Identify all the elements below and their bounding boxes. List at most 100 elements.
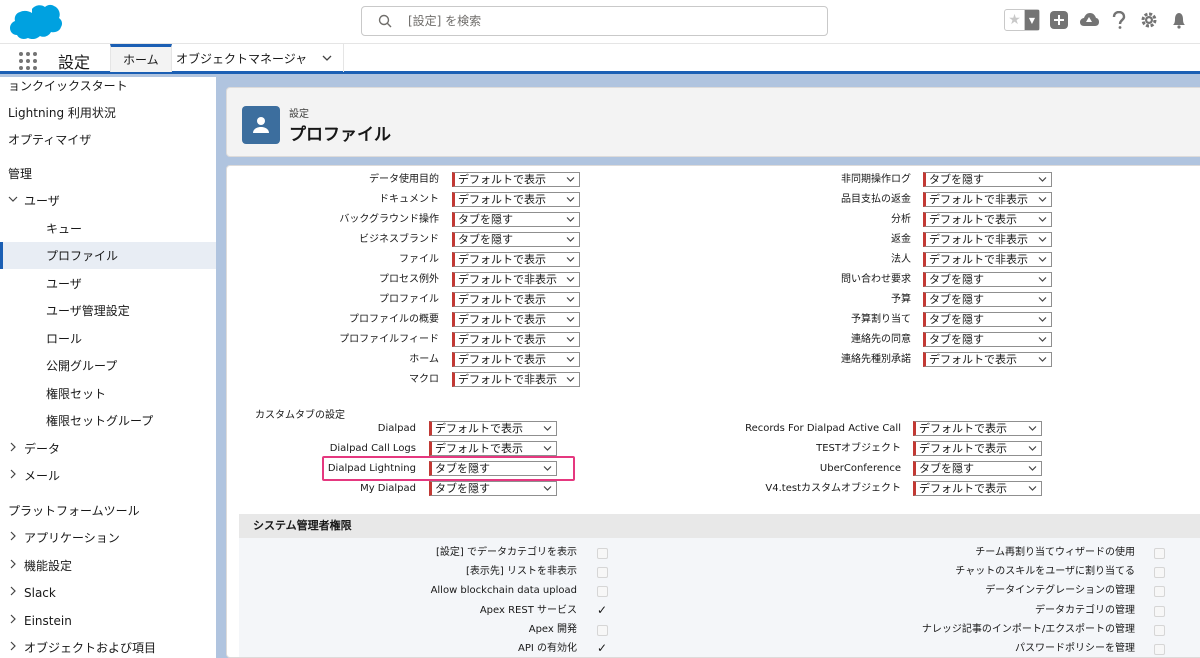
tab-visibility-select[interactable]: タブを隠す — [923, 172, 1052, 187]
tab-setting-label: 分析 — [891, 214, 911, 225]
sidebar-item[interactable]: 権限セットグループ — [0, 407, 216, 434]
permission-row: データカテゴリの管理 — [239, 603, 1200, 619]
tab-setting-label: TESTオブジェクト — [816, 443, 901, 454]
favorites-control[interactable]: ★ ▼ — [1004, 9, 1040, 31]
sidebar-item[interactable]: ョンクイックスタート — [0, 77, 216, 99]
sidebar-item[interactable]: データ — [0, 435, 216, 462]
admin-permissions-heading: システム管理者権限 — [239, 514, 1200, 538]
permission-checkbox[interactable] — [1154, 624, 1165, 636]
tab-visibility-select[interactable]: タブを隠す — [923, 332, 1052, 347]
permission-checkbox[interactable] — [1154, 586, 1165, 598]
tab-visibility-select[interactable]: デフォルトで表示 — [923, 212, 1052, 227]
sidebar-item[interactable]: 管理 — [0, 160, 216, 187]
notification-bell-icon[interactable] — [1168, 9, 1190, 31]
tab-visibility-select[interactable]: タブを隠す — [923, 272, 1052, 287]
tab-visibility-select[interactable]: デフォルトで表示 — [913, 481, 1042, 496]
app-launcher-icon[interactable] — [18, 51, 38, 71]
sidebar-item[interactable]: オブジェクトおよび項目 — [0, 634, 216, 658]
tab-setting-row: 返金 デフォルトで非表示 — [227, 232, 1200, 248]
chevron-right-icon[interactable] — [8, 641, 20, 654]
sidebar-item[interactable]: 公開グループ — [0, 352, 216, 379]
tab-home-label: ホーム — [123, 53, 159, 67]
tab-visibility-select[interactable]: デフォルトで非表示 — [452, 372, 580, 387]
tab-visibility-select[interactable]: デフォルトで非表示 — [923, 232, 1052, 247]
sidebar-item[interactable]: アプリケーション — [0, 524, 216, 551]
sidebar-item-label: ユーザ管理設定 — [46, 304, 130, 318]
tab-visibility-select[interactable]: デフォルトで表示 — [923, 352, 1052, 367]
gear-icon[interactable] — [1138, 9, 1160, 31]
tab-home[interactable]: ホーム — [110, 44, 172, 72]
setup-sidebar: ョンクイックスタート Lightning 利用状況 オプティマイザ 管理 ユーザ キュープ… — [0, 77, 216, 658]
permission-checkbox[interactable] — [1154, 567, 1165, 579]
sidebar-item[interactable]: ユーザ — [0, 270, 216, 297]
sidebar-item[interactable]: Slack — [0, 579, 216, 606]
select-arrow-icon — [1028, 446, 1037, 451]
tab-visibility-select[interactable]: タブを隠す — [923, 292, 1052, 307]
tab-setting-row: 問い合わせ要求 タブを隠す — [227, 272, 1200, 288]
sidebar-item-label: Lightning 利用状況 — [8, 106, 116, 120]
sidebar-item[interactable]: 権限セット — [0, 380, 216, 407]
chevron-down-icon[interactable] — [321, 52, 333, 64]
sidebar-item[interactable]: ユーザ管理設定 — [0, 297, 216, 324]
add-icon[interactable] — [1048, 9, 1070, 31]
permission-label: データカテゴリの管理 — [1035, 604, 1135, 616]
sidebar-item[interactable]: ユーザ — [0, 187, 216, 214]
salesforce-cloud-logo-icon[interactable] — [10, 4, 64, 40]
chevron-right-icon[interactable] — [8, 586, 20, 599]
tab-setting-label: マクロ — [409, 374, 439, 385]
tab-setting-row: V4.testカスタムオブジェクト デフォルトで表示 — [227, 481, 1200, 497]
trailhead-cloud-icon[interactable] — [1078, 9, 1100, 31]
chevron-right-icon[interactable] — [8, 531, 20, 544]
tab-visibility-select[interactable]: タブを隠す — [913, 461, 1042, 476]
sidebar-item-label: アプリケーション — [24, 531, 120, 545]
search-input[interactable] — [408, 14, 788, 28]
chevron-down-icon[interactable] — [8, 194, 20, 207]
sidebar-item[interactable]: メール — [0, 462, 216, 489]
tab-visibility-select[interactable]: デフォルトで非表示 — [923, 192, 1052, 207]
sidebar-item[interactable]: 機能設定 — [0, 552, 216, 579]
sidebar-item[interactable]: オプティマイザ — [0, 126, 216, 153]
tab-visibility-value: デフォルトで表示 — [919, 442, 1007, 455]
tab-visibility-select[interactable]: デフォルトで表示 — [913, 421, 1042, 436]
sidebar-item[interactable]: Lightning 利用状況 — [0, 99, 216, 126]
star-icon[interactable]: ★ — [1005, 10, 1025, 30]
permission-checkbox[interactable] — [1154, 605, 1165, 617]
tab-setting-row: Records For Dialpad Active Call デフォルトで表示 — [227, 421, 1200, 437]
permission-row: チーム再割り当てウィザードの使用 — [239, 545, 1200, 561]
tab-visibility-value: デフォルトで非表示 — [929, 233, 1028, 246]
sidebar-item-label: Slack — [24, 585, 56, 600]
profile-user-icon — [242, 106, 280, 144]
chevron-right-icon[interactable] — [8, 559, 20, 572]
tab-object-manager[interactable]: オブジェクトマネージャ — [166, 44, 345, 72]
tab-visibility-select[interactable]: デフォルトで非表示 — [923, 252, 1052, 267]
chevron-right-icon[interactable] — [8, 442, 20, 455]
app-navigation-bar: 設定 ホーム オブジェクトマネージャ — [0, 44, 1200, 74]
help-icon[interactable] — [1108, 9, 1130, 31]
breadcrumb[interactable]: 設定 — [289, 105, 309, 120]
permission-checkbox[interactable] — [1154, 548, 1165, 559]
tab-setting-row: 非同期操作ログ タブを隠す — [227, 172, 1200, 188]
tab-visibility-value: デフォルトで表示 — [929, 213, 1017, 226]
sidebar-item[interactable]: プラットフォームツール — [0, 497, 216, 524]
tab-visibility-value: デフォルトで表示 — [929, 353, 1017, 366]
tab-setting-label: 予算割り当て — [851, 314, 911, 325]
sidebar-item[interactable]: キュー — [0, 215, 216, 242]
tab-setting-row: 分析 デフォルトで表示 — [227, 212, 1200, 228]
tab-setting-label: 連絡先の同意 — [851, 334, 911, 345]
favorites-dropdown-icon[interactable]: ▼ — [1025, 10, 1039, 30]
chevron-right-icon[interactable] — [8, 614, 20, 627]
tab-setting-label: 非同期操作ログ — [841, 174, 911, 185]
tab-visibility-select[interactable]: タブを隠す — [923, 312, 1052, 327]
admin-permissions-body: [設定] でデータカテゴリを表示 [表示先] リストを非表示 Allow block… — [239, 538, 1200, 657]
tab-setting-label: UberConference — [819, 463, 901, 474]
chevron-right-icon[interactable] — [8, 469, 20, 482]
global-search[interactable] — [361, 6, 828, 36]
sidebar-item[interactable]: ロール — [0, 325, 216, 352]
permission-row: データインテグレーションの管理 — [239, 583, 1200, 599]
select-arrow-icon — [1038, 337, 1047, 342]
permission-checkbox[interactable] — [1154, 644, 1165, 655]
sidebar-item[interactable]: プロファイル — [0, 242, 216, 269]
tab-visibility-value: デフォルトで表示 — [919, 482, 1007, 495]
sidebar-item[interactable]: Einstein — [0, 607, 216, 634]
tab-visibility-select[interactable]: デフォルトで表示 — [913, 441, 1042, 456]
